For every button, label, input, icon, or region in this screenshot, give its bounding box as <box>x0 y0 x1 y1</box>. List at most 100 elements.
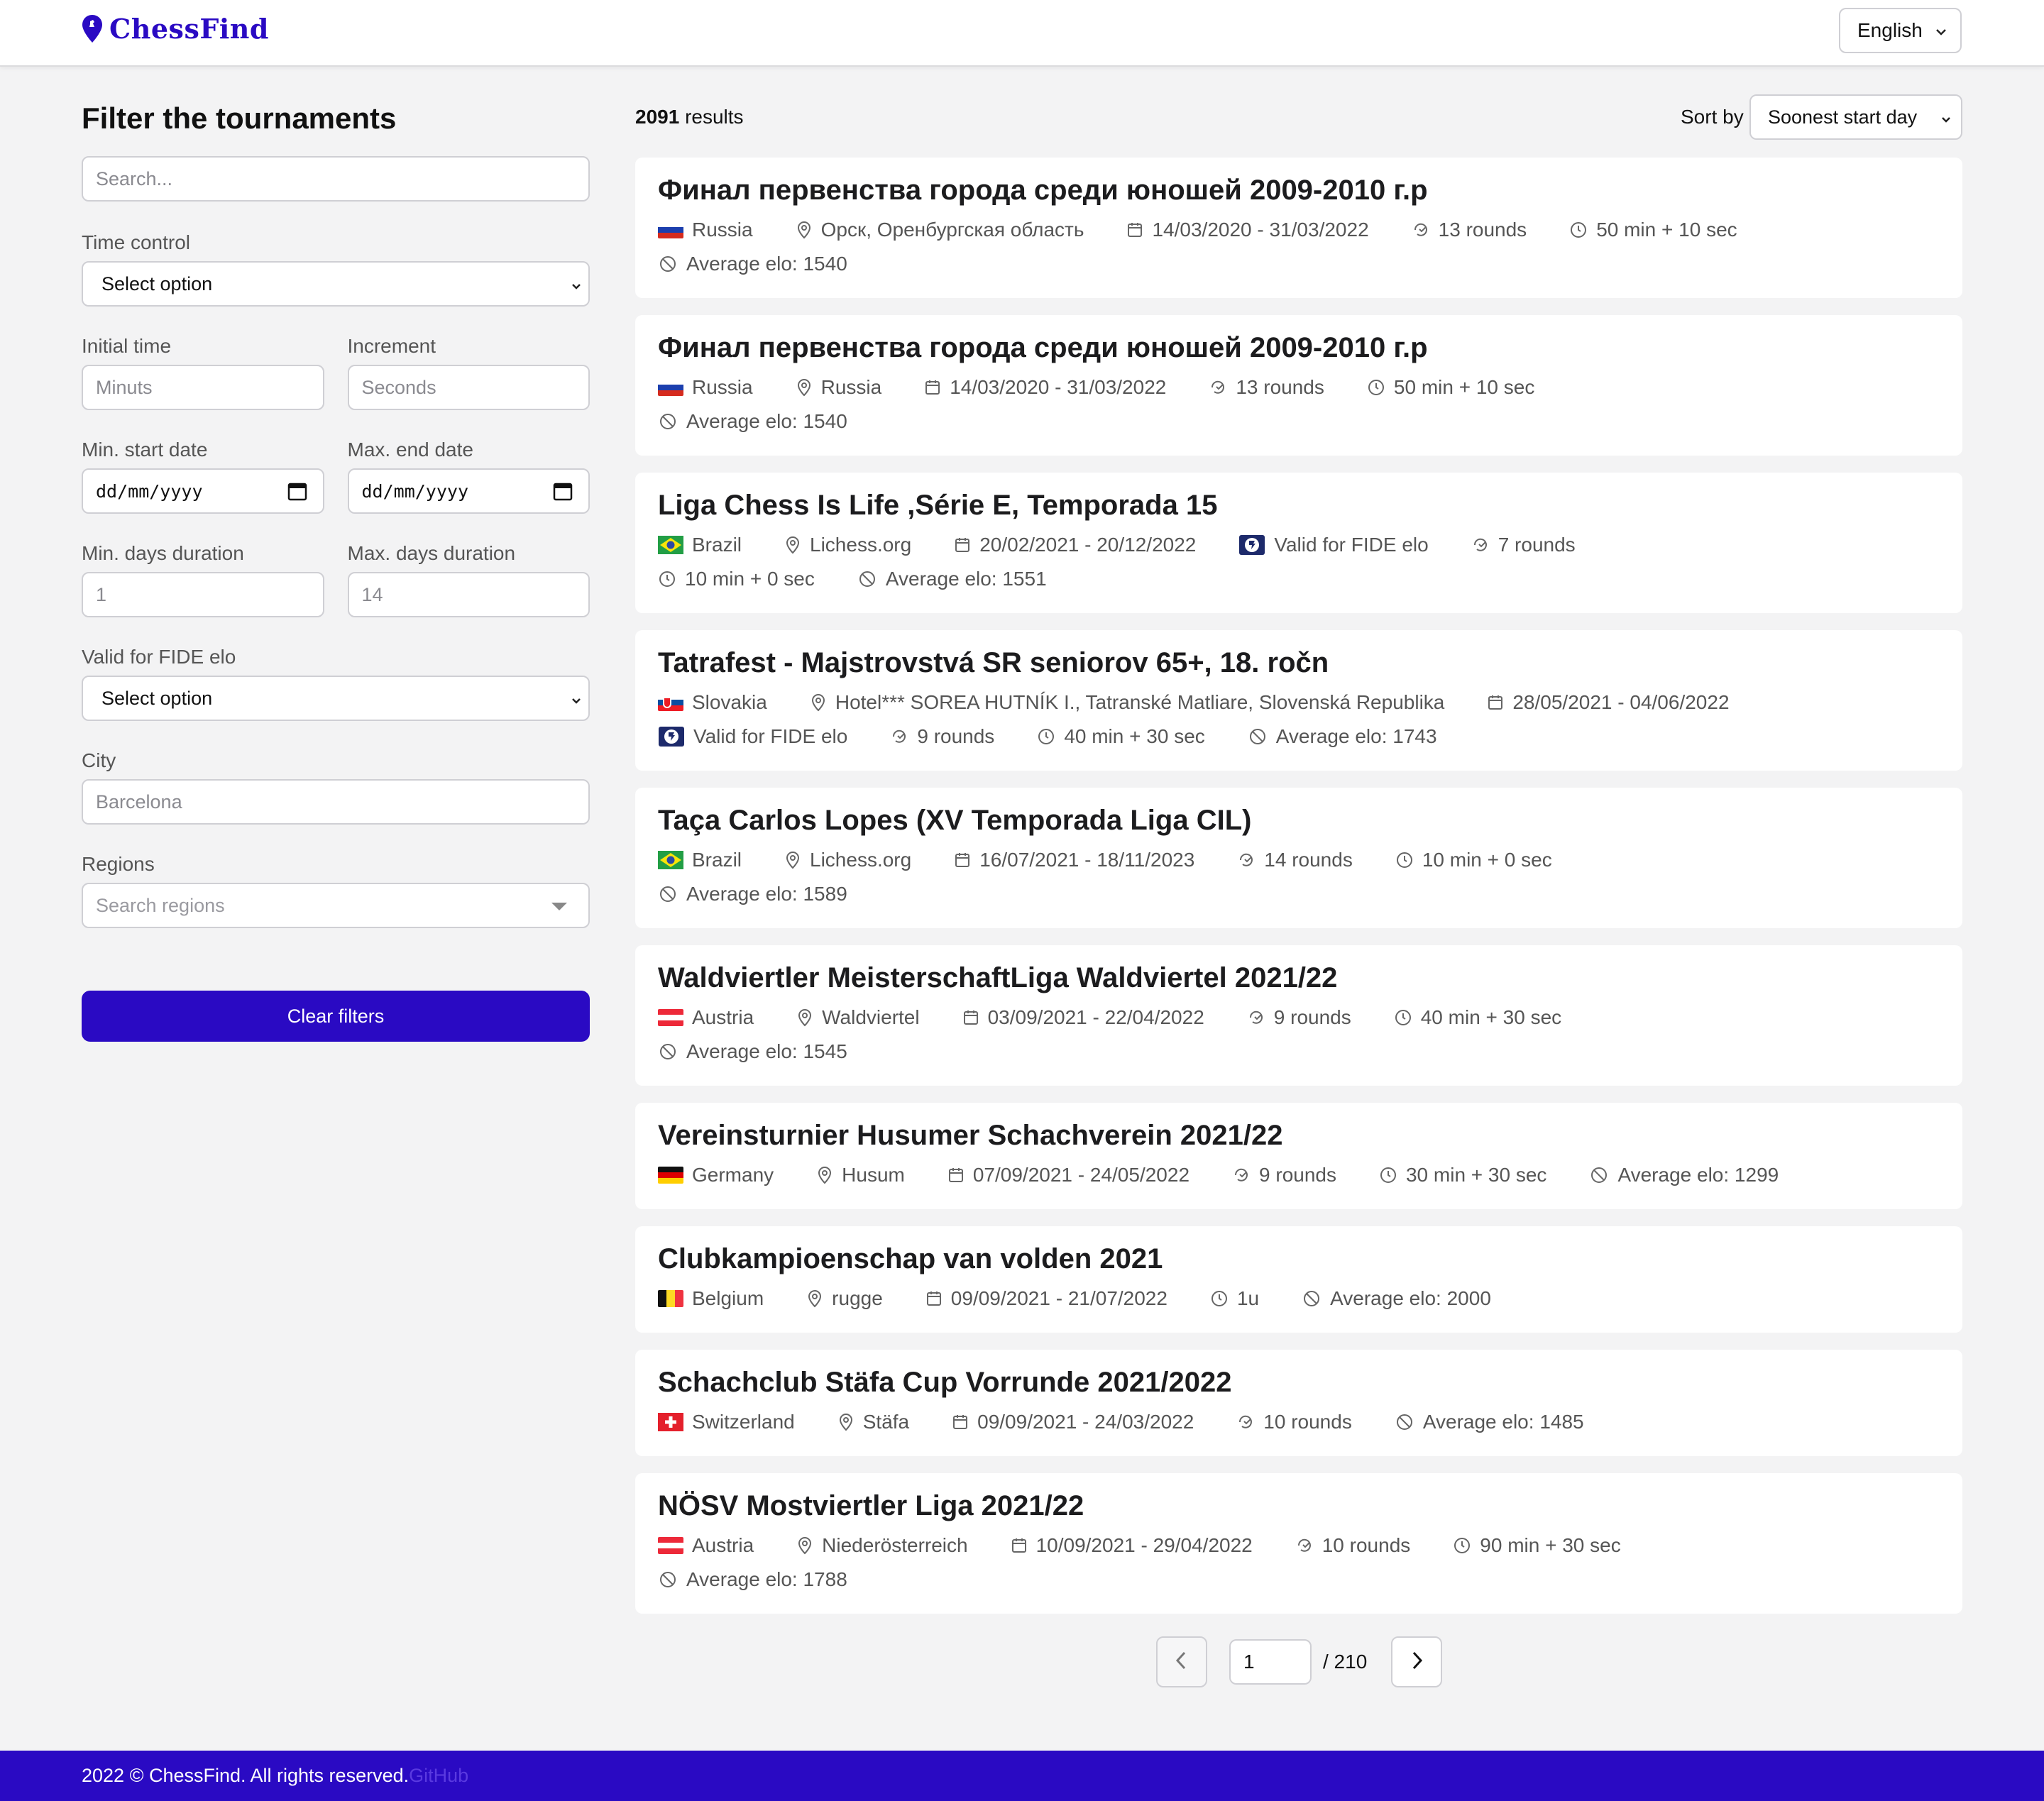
rounds-icon <box>1471 536 1490 554</box>
tournament-card[interactable]: Waldviertler MeisterschaftLiga Waldviert… <box>635 945 1962 1086</box>
tournament-title[interactable]: Liga Chess Is Life ,Série E, Temporada 1… <box>658 488 1940 522</box>
meta-rounds-text: 9 rounds <box>917 725 995 747</box>
copyright-text: 2022 © ChessFind. All rights reserved. <box>82 1765 410 1786</box>
meta-flag: Belgium <box>658 1287 764 1310</box>
meta-calendar-text: 20/02/2021 - 20/12/2022 <box>979 534 1197 556</box>
clock-icon <box>1037 727 1055 746</box>
initial-time-input[interactable]: Minuts <box>82 365 324 410</box>
location-pin-icon <box>837 1413 855 1431</box>
meta-flag: Russia <box>658 219 753 241</box>
search-input[interactable]: Search... <box>82 156 590 202</box>
sort-select[interactable]: Soonest start day <box>1749 94 1962 140</box>
tournament-meta-row: Russia Орск, Оренбургская область 14/03/20… <box>658 213 1940 247</box>
average-elo-icon <box>1589 1165 1609 1185</box>
meta-elo-text: Average elo: 2000 <box>1330 1287 1491 1309</box>
tournament-card[interactable]: Финал первенства города среди юношей 200… <box>635 315 1962 456</box>
location-pin-icon <box>806 1289 823 1308</box>
tournament-title[interactable]: Tatrafest - Majstrovstvá SR seniorov 65+… <box>658 646 1940 680</box>
average-elo-icon <box>857 569 877 589</box>
fide-select[interactable]: Select option <box>82 676 590 721</box>
chevron-down-icon <box>568 691 584 713</box>
calendar-icon[interactable] <box>287 480 307 506</box>
chevron-down-icon <box>1933 22 1949 45</box>
regions-select[interactable]: Search regions <box>82 883 590 928</box>
meta-clock: 10 min + 0 sec <box>658 568 815 590</box>
meta-location-text: Lichess.org <box>810 534 912 556</box>
chevron-down-icon <box>568 277 584 299</box>
max-end-date-input[interactable]: dd/mm/yyyy <box>347 468 590 514</box>
meta-rounds-text: 9 rounds <box>1273 1006 1351 1028</box>
meta-fide: Valid for FIDE elo <box>658 725 847 748</box>
tournament-card[interactable]: Clubkampioenschap van volden 2021 Belgium… <box>635 1226 1962 1333</box>
sort-value: Soonest start day <box>1768 106 1918 128</box>
flag-austria-icon <box>658 1009 683 1026</box>
meta-clock-text: 50 min + 10 sec <box>1393 376 1535 398</box>
city-placeholder: Barcelona <box>96 791 182 813</box>
time-control-select[interactable]: Select option <box>82 261 590 307</box>
language-value: English <box>1857 19 1923 41</box>
tournament-title[interactable]: Финал первенства города среди юношей 200… <box>658 331 1940 365</box>
tournament-card[interactable]: Schachclub Stäfa Cup Vorrunde 2021/2022 S… <box>635 1350 1962 1456</box>
tournament-card[interactable]: Taça Carlos Lopes (XV Temporada Liga CIL… <box>635 788 1962 928</box>
meta-location-text: Russia <box>820 376 882 398</box>
max-days-input[interactable]: 14 <box>347 572 590 617</box>
next-page-button[interactable] <box>1391 1636 1442 1687</box>
tournament-title[interactable]: Schachclub Stäfa Cup Vorrunde 2021/2022 <box>658 1365 1940 1399</box>
max-end-date-label: Max. end date <box>347 439 473 461</box>
tournament-title[interactable]: Waldviertler MeisterschaftLiga Waldviert… <box>658 961 1940 995</box>
flag-russia-icon <box>658 379 683 396</box>
rounds-icon <box>1412 221 1430 239</box>
chevron-right-icon <box>1408 1650 1425 1675</box>
tournament-card[interactable]: Vereinsturnier Husumer Schachverein 2021… <box>635 1103 1962 1209</box>
previous-page-button[interactable] <box>1156 1636 1207 1687</box>
meta-clock-text: 30 min + 30 sec <box>1405 1164 1547 1186</box>
meta-calendar: 09/09/2021 - 24/03/2022 <box>952 1411 1194 1433</box>
meta-elo: Average elo: 1540 <box>658 410 847 433</box>
tournament-title[interactable]: Vereinsturnier Husumer Schachverein 2021… <box>658 1118 1940 1152</box>
location-pin-icon <box>810 693 827 712</box>
rounds-icon <box>1295 1536 1314 1555</box>
footer: 2022 © ChessFind. All rights reserved. G… <box>0 1751 2044 1801</box>
min-days-input[interactable]: 1 <box>82 572 324 617</box>
tournament-title[interactable]: Финал первенства города среди юношей 200… <box>658 173 1940 207</box>
location-pin-icon <box>796 1008 813 1027</box>
filters-title: Filter the tournaments <box>82 101 397 135</box>
meta-flag: Brazil <box>658 534 742 556</box>
github-link[interactable]: GitHub <box>409 1765 468 1787</box>
tournament-card[interactable]: NÖSV Mostviertler Liga 2021/22 Austria Nie… <box>635 1473 1962 1614</box>
tournament-meta-row: Brazil Lichess.org 20/02/2021 - 20/12/2022… <box>658 528 1940 562</box>
tournament-meta-row: Germany Husum 07/09/2021 - 24/05/2022 9 rou… <box>658 1158 1940 1192</box>
increment-input[interactable]: Seconds <box>347 365 590 410</box>
meta-location: Орск, Оренбургская область <box>796 219 1084 241</box>
meta-calendar-text: 09/09/2021 - 21/07/2022 <box>950 1287 1167 1309</box>
average-elo-icon <box>1302 1289 1322 1309</box>
meta-calendar: 10/09/2021 - 29/04/2022 <box>1011 1534 1253 1557</box>
city-input[interactable]: Barcelona <box>82 779 590 825</box>
meta-rounds: 7 rounds <box>1471 534 1576 556</box>
meta-flag: Brazil <box>658 849 742 871</box>
min-start-date-input[interactable]: dd/mm/yyyy <box>82 468 324 514</box>
tournament-title[interactable]: NÖSV Mostviertler Liga 2021/22 <box>658 1489 1940 1523</box>
location-pin-icon <box>796 221 813 239</box>
calendar-icon[interactable] <box>553 480 573 506</box>
meta-flag-text: Belgium <box>692 1287 764 1309</box>
tournament-card[interactable]: Liga Chess Is Life ,Série E, Temporada 1… <box>635 473 1962 613</box>
location-pin-logo-icon <box>81 14 104 44</box>
logo[interactable]: ChessFind <box>81 13 269 45</box>
tournament-title[interactable]: Clubkampioenschap van volden 2021 <box>658 1242 1940 1276</box>
meta-elo-text: Average elo: 1589 <box>686 883 847 905</box>
meta-location: Lichess.org <box>784 534 911 556</box>
tournament-card[interactable]: Tatrafest - Majstrovstvá SR seniorov 65+… <box>635 630 1962 771</box>
meta-clock-text: 10 min + 0 sec <box>1422 849 1552 871</box>
meta-location: Lichess.org <box>784 849 911 871</box>
clear-filters-button[interactable]: Clear filters <box>82 991 590 1042</box>
page-input[interactable]: 1 <box>1229 1639 1312 1685</box>
meta-flag-text: Slovakia <box>692 691 767 713</box>
meta-elo-text: Average elo: 1540 <box>686 253 847 275</box>
tournament-card[interactable]: Финал первенства города среди юношей 200… <box>635 158 1962 298</box>
meta-rounds-text: 13 rounds <box>1438 219 1527 241</box>
language-select[interactable]: English <box>1839 8 1962 53</box>
tournament-title[interactable]: Taça Carlos Lopes (XV Temporada Liga CIL… <box>658 803 1940 837</box>
meta-flag-text: Brazil <box>692 534 742 556</box>
max-days-placeholder: 14 <box>361 583 383 605</box>
